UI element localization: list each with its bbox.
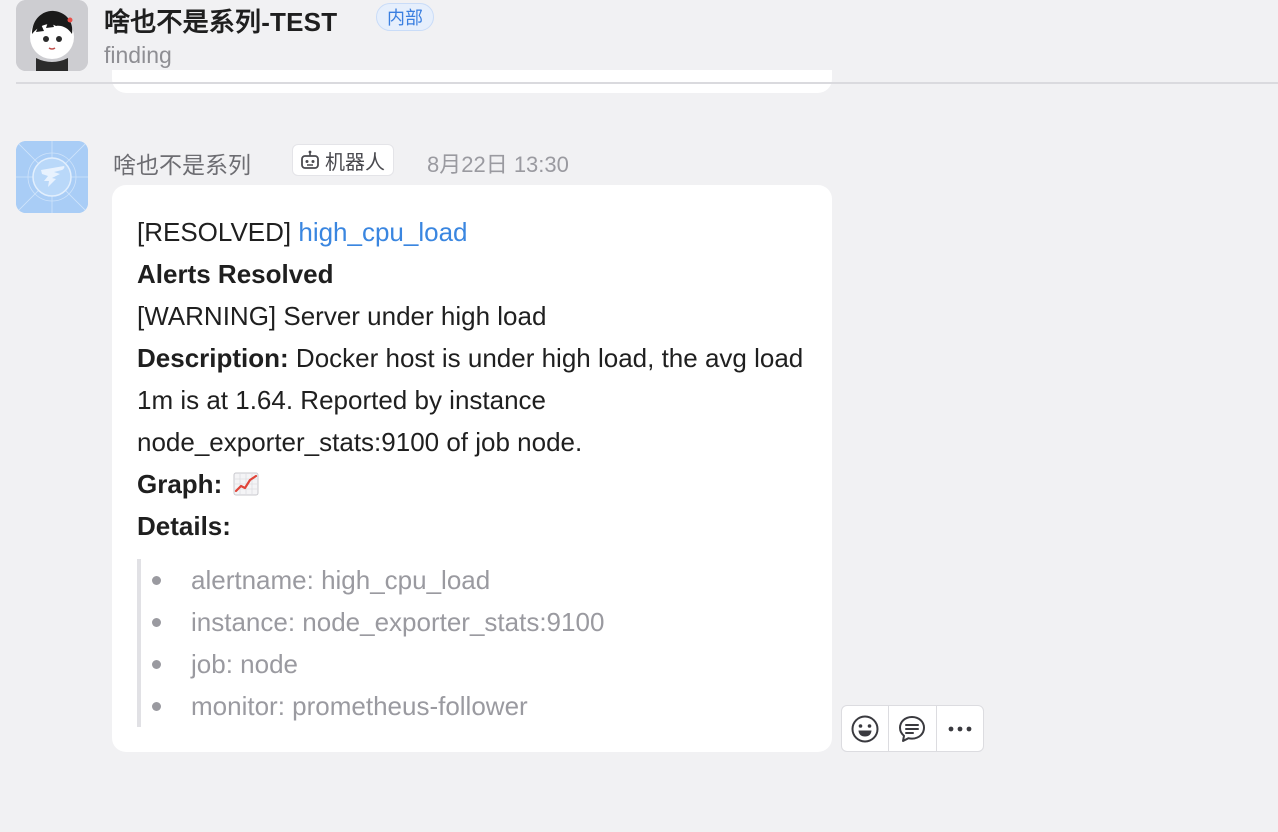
details-list: alertname: high_cpu_load instance: node_… [137,559,808,727]
bullet-icon [152,660,161,669]
emoji-reaction-button[interactable] [842,706,890,751]
anime-character-avatar-icon [16,0,88,71]
warning-line: [WARNING] Server under high load [137,301,547,331]
group-avatar[interactable] [16,0,88,71]
detail-item: instance: node_exporter_stats:9100 [141,601,808,643]
alerts-heading: Alerts Resolved [137,253,808,295]
more-icon [948,726,972,731]
detail-item: job: node [141,643,808,685]
comment-icon [899,715,926,742]
detail-item: alertname: high_cpu_load [141,559,808,601]
detail-text: alertname: high_cpu_load [191,565,491,595]
message-action-toolbar [841,705,984,752]
sender-name[interactable]: 啥也不是系列 [113,146,251,180]
group-title: 啥也不是系列-TEST [104,7,338,37]
details-heading: Details: [137,505,808,547]
status-prefix: [RESOLVED] [137,217,292,247]
detail-text: monitor: prometheus-follower [191,691,528,721]
detail-item: monitor: prometheus-follower [141,685,808,727]
internal-tag: 内部 [376,3,434,31]
bot-badge-label: 机器人 [325,151,385,174]
alert-link[interactable]: high_cpu_load [298,217,467,247]
alert-title-line: [RESOLVED] high_cpu_load [137,211,808,253]
alerts-heading-text: Alerts Resolved [137,259,334,289]
details-label: Details: [137,511,231,541]
graph-label: Graph: [137,469,223,499]
bullet-icon [152,618,161,627]
detail-text: instance: node_exporter_stats:9100 [191,607,605,637]
bullet-icon [152,702,161,711]
dingtalk-logo-icon [16,141,88,213]
description-line: Description: Docker host is under high l… [137,337,808,463]
chart-increasing-icon[interactable] [233,472,259,496]
graph-line: Graph: [137,463,808,505]
bot-badge: 机器人 [292,144,394,176]
bullet-icon [152,576,161,585]
more-button[interactable] [937,706,983,751]
group-subtitle: finding [104,42,172,68]
reply-button[interactable] [889,706,937,751]
sender-avatar[interactable] [16,141,88,213]
detail-text: job: node [191,649,298,679]
robot-icon [301,150,319,169]
header-divider [16,82,1278,84]
message-timestamp: 8月22日 13:30 [427,152,569,177]
smile-icon [851,715,879,742]
message-bubble[interactable]: [RESOLVED] high_cpu_load Alerts Resolved… [112,185,832,752]
description-label: Description: [137,343,289,373]
